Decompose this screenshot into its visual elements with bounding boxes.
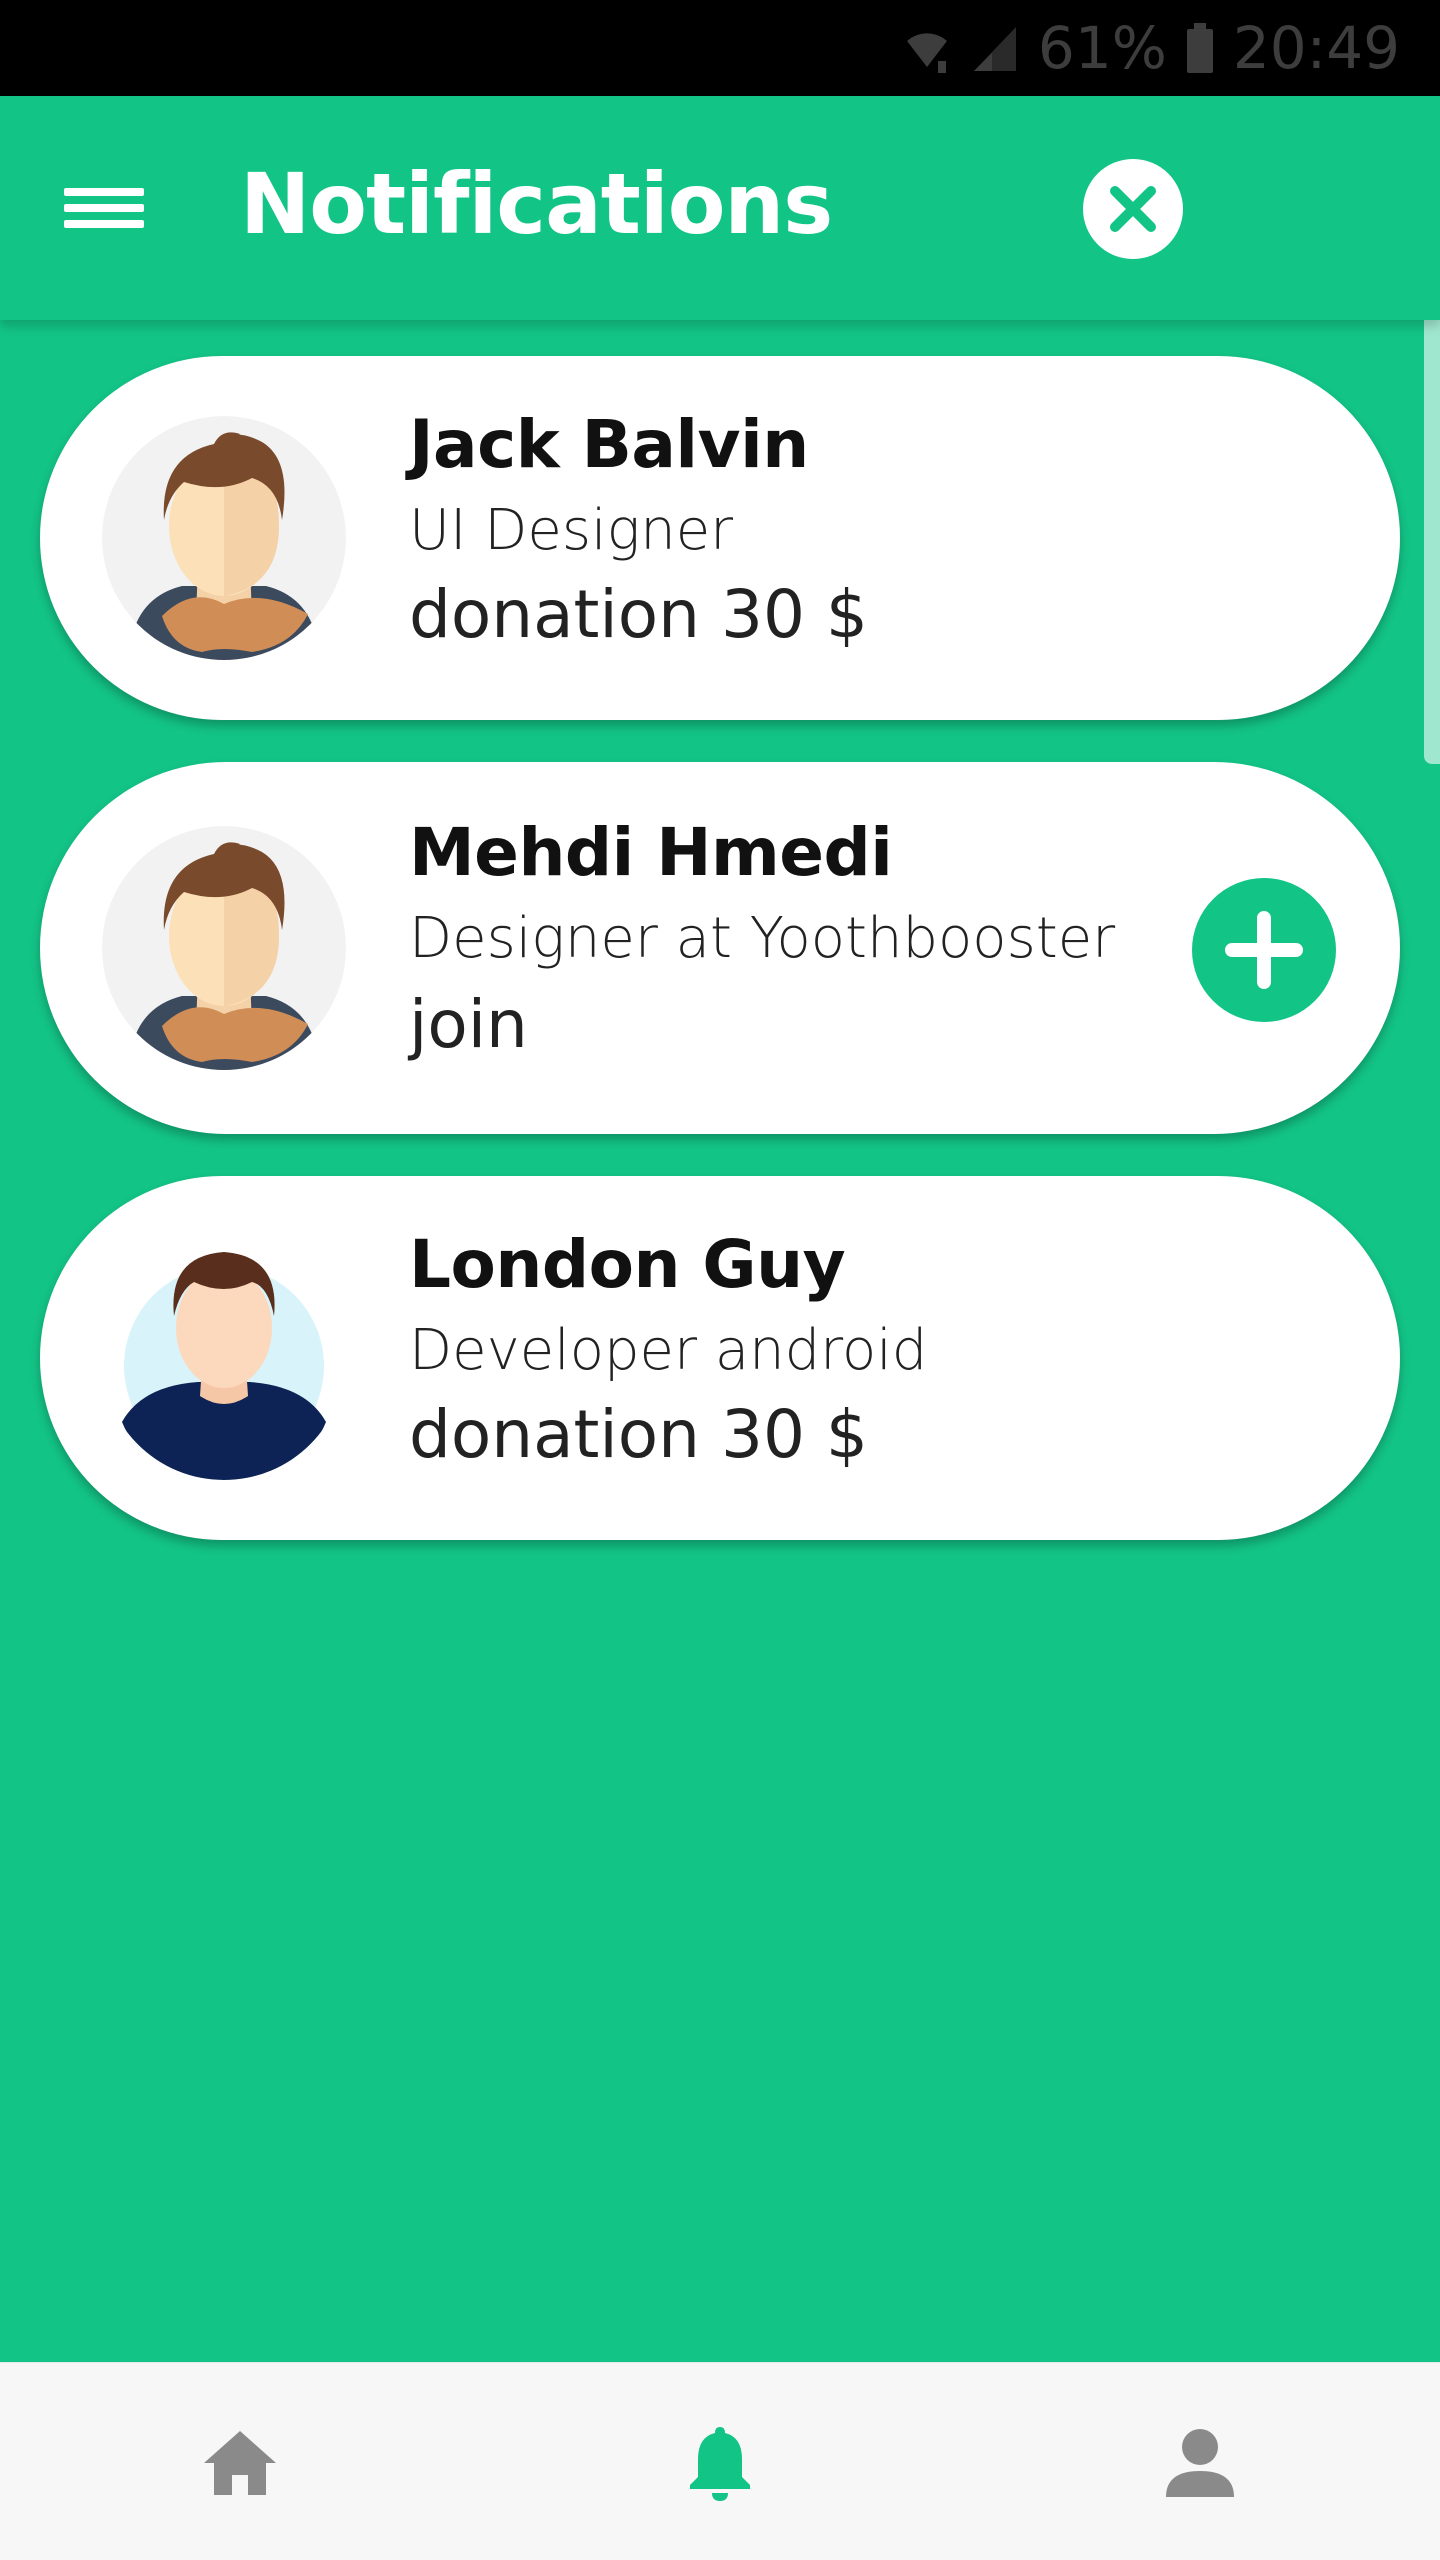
notification-name: Mehdi Hmedi [409, 814, 893, 891]
bottom-navigation [0, 2362, 1440, 2560]
clock: 20:49 [1232, 14, 1400, 82]
avatar [102, 1236, 346, 1480]
nav-profile[interactable] [1100, 2363, 1300, 2560]
home-icon [204, 2431, 276, 2495]
scrollbar[interactable] [1424, 290, 1440, 764]
notification-card[interactable]: Mehdi Hmedi Designer at Yoothbooster joi… [40, 762, 1400, 1134]
bell-icon [690, 2427, 750, 2501]
profile-icon [1166, 2429, 1234, 2497]
signal-icon [970, 21, 1020, 75]
hamburger-menu-icon[interactable] [56, 168, 152, 248]
battery-percent: 61% [1037, 14, 1167, 82]
notification-role: UI Designer [409, 498, 734, 563]
avatar-man-scarf-icon [102, 416, 346, 660]
close-icon [1110, 186, 1156, 232]
notification-role: Designer at Yoothbooster [409, 906, 1116, 971]
notification-name: London Guy [409, 1226, 846, 1303]
notification-detail: join [409, 986, 528, 1063]
avatar [102, 826, 346, 1070]
notification-detail: donation 30 $ [409, 576, 868, 653]
notification-name: Jack Balvin [409, 406, 809, 483]
add-button[interactable] [1192, 878, 1336, 1022]
notification-card[interactable]: London Guy Developer android donation 30… [40, 1176, 1400, 1540]
plus-icon [1225, 911, 1303, 989]
avatar [102, 416, 346, 660]
status-bar: 61% 20:49 [0, 0, 1440, 96]
avatar-man-scarf-icon [102, 826, 346, 1070]
battery-icon [1185, 21, 1215, 75]
notification-role: Developer android [409, 1318, 928, 1383]
nav-notifications[interactable] [620, 2363, 820, 2560]
close-button[interactable] [1083, 159, 1183, 259]
wifi-icon [902, 21, 952, 75]
avatar-man-navy-shirt-icon [102, 1236, 346, 1480]
page-title: Notifications [240, 155, 833, 253]
app-bar: Notifications [0, 96, 1440, 320]
notification-detail: donation 30 $ [409, 1396, 868, 1473]
nav-home[interactable] [140, 2363, 340, 2560]
notification-card[interactable]: Jack Balvin UI Designer donation 30 $ [40, 356, 1400, 720]
